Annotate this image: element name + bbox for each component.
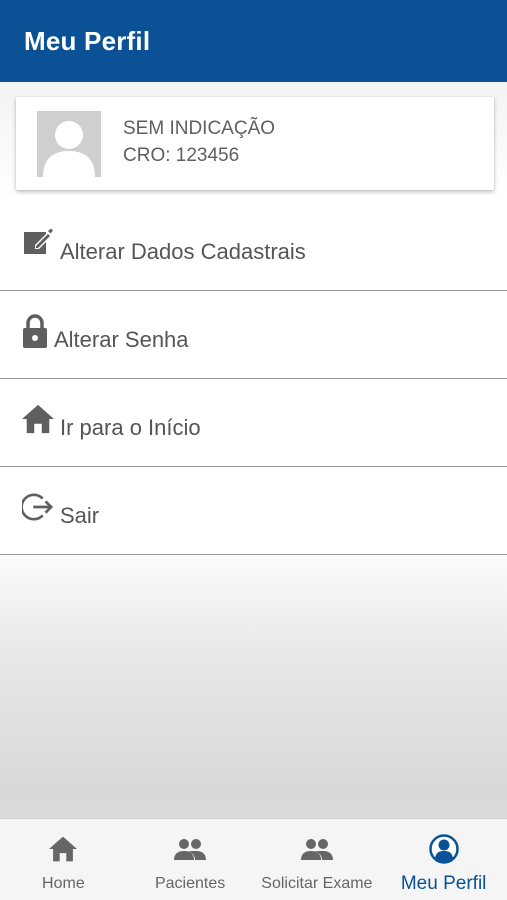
- nav-item-solicitar-exame[interactable]: Solicitar Exame: [254, 819, 381, 900]
- edit-icon: [22, 226, 54, 260]
- profile-menu: Alterar Dados Cadastrais Alterar Senha I…: [0, 203, 507, 555]
- bottom-navigation: Home Pacientes Solicitar Exame Meu Perfi…: [0, 818, 507, 900]
- nav-label: Meu Perfil: [400, 873, 487, 894]
- nav-label: Home: [42, 875, 85, 892]
- lock-icon: [22, 313, 48, 348]
- nav-label: Solicitar Exame: [261, 875, 373, 892]
- nav-item-pacientes[interactable]: Pacientes: [127, 819, 254, 900]
- profile-name: SEM INDICAÇÃO: [123, 118, 276, 139]
- menu-item-alterar-senha[interactable]: Alterar Senha: [0, 291, 507, 379]
- menu-item-ir-inicio[interactable]: Ir para o Início: [0, 379, 507, 467]
- menu-item-label: Ir para o Início: [60, 414, 201, 440]
- people-icon: [174, 833, 207, 865]
- account-circle-icon: [428, 833, 459, 865]
- page-title: Meu Perfil: [24, 25, 151, 56]
- menu-item-alterar-dados[interactable]: Alterar Dados Cadastrais: [0, 203, 507, 291]
- menu-item-label: Alterar Senha: [54, 326, 189, 352]
- nav-item-meu-perfil[interactable]: Meu Perfil: [380, 819, 507, 900]
- profile-card: SEM INDICAÇÃO CRO: 123456: [16, 97, 494, 190]
- nav-label: Pacientes: [154, 875, 226, 892]
- avatar: [37, 111, 101, 177]
- profile-cro: CRO: 123456: [123, 145, 240, 166]
- menu-item-label: Sair: [60, 502, 100, 528]
- home-icon: [22, 402, 54, 436]
- menu-item-sair[interactable]: Sair: [0, 467, 507, 555]
- logout-icon: [22, 490, 54, 524]
- nav-item-home[interactable]: Home: [0, 819, 127, 900]
- avatar-placeholder-icon: [37, 111, 101, 177]
- home-icon: [49, 833, 78, 865]
- app-bar: Meu Perfil: [0, 0, 507, 82]
- menu-item-label: Alterar Dados Cadastrais: [60, 238, 306, 264]
- people-icon: [300, 833, 333, 865]
